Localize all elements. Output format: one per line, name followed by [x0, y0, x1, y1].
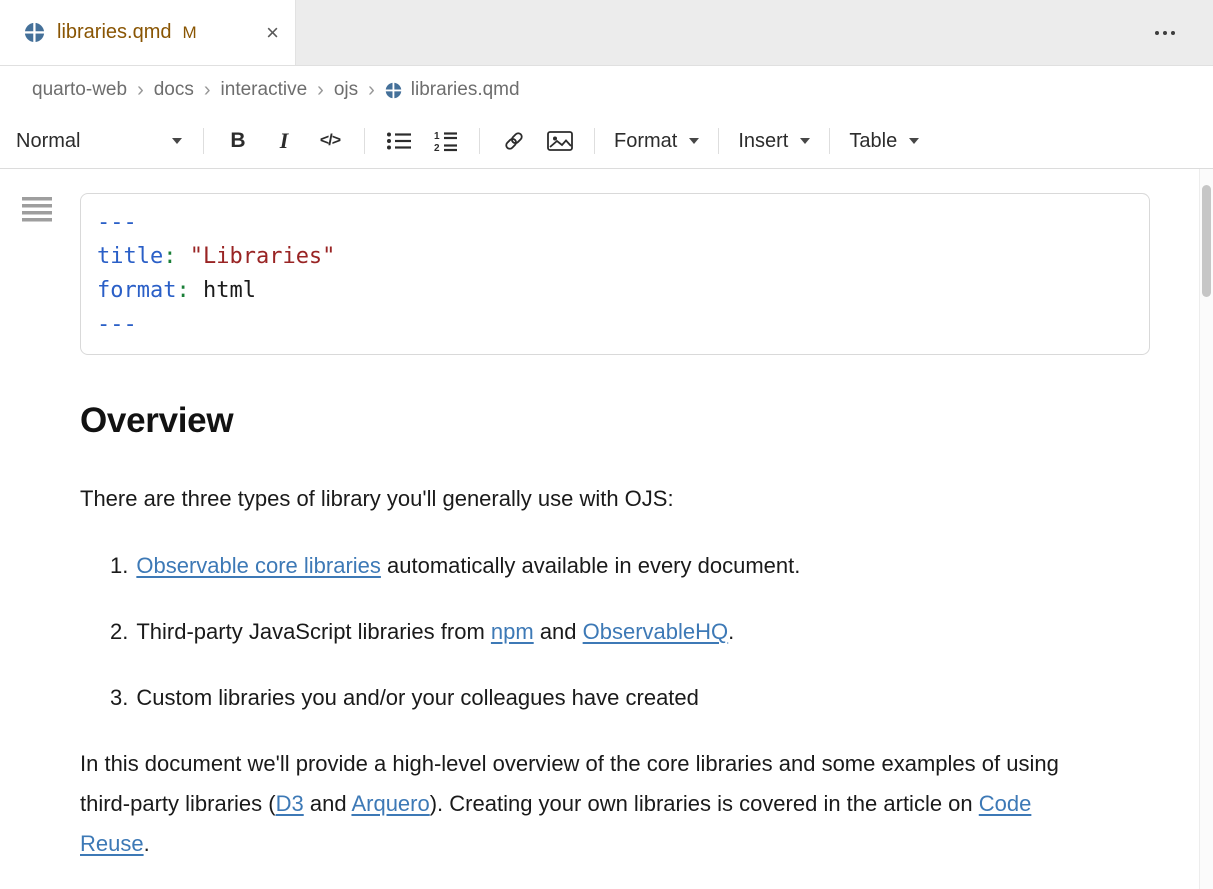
list-item-text: Third-party JavaScript libraries from np… [136, 612, 734, 652]
more-actions-icon[interactable] [1149, 25, 1181, 41]
insert-dropdown[interactable]: Insert [730, 121, 818, 161]
chevron-down-icon [800, 138, 810, 144]
list-marker: 1. [110, 546, 128, 586]
toolbar-divider [718, 128, 719, 154]
yaml-front-matter-block[interactable]: --- title: "Libraries" format: html --- [80, 193, 1150, 355]
scrollbar-thumb[interactable] [1202, 185, 1211, 297]
bold-button[interactable]: B [215, 121, 261, 161]
doc-link[interactable]: Arquero [351, 791, 429, 816]
breadcrumb-item-ojs[interactable]: ojs [334, 79, 358, 101]
yaml-line: format: html [97, 274, 1133, 308]
format-label: Format [614, 130, 677, 153]
toolbar-divider [479, 128, 480, 154]
image-button[interactable] [537, 121, 583, 161]
chevron-down-icon [172, 138, 182, 144]
tab-close-icon[interactable]: × [266, 22, 279, 44]
chevron-down-icon [689, 138, 699, 144]
doc-heading[interactable]: Overview [80, 401, 1213, 441]
toolbar-divider [829, 128, 830, 154]
list-item-text: Custom libraries you and/or your colleag… [136, 678, 699, 718]
list-marker: 3. [110, 678, 128, 718]
breadcrumb: quarto-web › docs › interactive › ojs › … [0, 66, 1213, 114]
doc-link[interactable]: ObservableHQ [583, 619, 729, 644]
doc-paragraph-intro[interactable]: There are three types of library you'll … [80, 479, 1090, 519]
inline-code-button[interactable]: </> [307, 121, 353, 161]
editor-toolbar: Normal B I </> 1 2 [0, 114, 1213, 169]
list-item[interactable]: 1. Observable core libraries automatical… [80, 546, 1090, 586]
doc-link[interactable]: npm [491, 619, 534, 644]
doc-paragraph-closing[interactable]: In this document we'll provide a high-le… [80, 744, 1092, 864]
tab-title: libraries.qmd [57, 21, 171, 44]
breadcrumb-separator: › [317, 79, 324, 102]
svg-text:1: 1 [434, 131, 440, 142]
breadcrumb-item-quarto-web[interactable]: quarto-web [32, 79, 127, 101]
breadcrumb-item-interactive[interactable]: interactive [221, 79, 308, 101]
yaml-line: --- [97, 206, 1133, 240]
italic-button[interactable]: I [261, 121, 307, 161]
quarto-logo-icon [24, 22, 45, 43]
link-icon [502, 129, 526, 153]
list-item-text: Observable core libraries automatically … [136, 546, 800, 586]
numbered-list: 1. Observable core libraries automatical… [80, 546, 1090, 718]
tab-libraries-qmd[interactable]: libraries.qmd M × [0, 0, 296, 65]
list-item[interactable]: 2. Third-party JavaScript libraries from… [80, 612, 1090, 652]
paragraph-style-dropdown[interactable]: Normal [16, 121, 192, 161]
bullet-list-icon [386, 131, 412, 151]
doc-link[interactable]: Observable core libraries [136, 553, 381, 578]
breadcrumb-separator: › [137, 79, 144, 102]
breadcrumb-separator: › [204, 79, 211, 102]
tab-bar: libraries.qmd M × [0, 0, 1213, 66]
yaml-line: title: "Libraries" [97, 240, 1133, 274]
insert-label: Insert [738, 130, 788, 153]
svg-text:2: 2 [434, 143, 440, 152]
image-icon [547, 130, 573, 152]
bullet-list-button[interactable] [376, 121, 422, 161]
breadcrumb-item-docs[interactable]: docs [154, 79, 194, 101]
editor-canvas: --- title: "Libraries" format: html --- … [0, 169, 1213, 889]
paragraph-style-label: Normal [16, 130, 80, 153]
doc-link[interactable]: D3 [276, 791, 304, 816]
scrollbar-track[interactable] [1199, 169, 1213, 889]
breadcrumb-file-label: libraries.qmd [411, 79, 520, 101]
table-dropdown[interactable]: Table [841, 121, 927, 161]
chevron-down-icon [909, 138, 919, 144]
git-modified-badge: M [182, 23, 196, 43]
breadcrumb-separator: › [368, 79, 375, 102]
numbered-list-icon: 1 2 [433, 130, 458, 152]
format-dropdown[interactable]: Format [606, 121, 707, 161]
list-marker: 2. [110, 612, 128, 652]
yaml-line: --- [97, 308, 1133, 342]
toolbar-divider [203, 128, 204, 154]
quarto-logo-icon [385, 82, 402, 99]
numbered-list-button[interactable]: 1 2 [422, 121, 468, 161]
list-item[interactable]: 3. Custom libraries you and/or your coll… [80, 678, 1090, 718]
table-label: Table [849, 130, 897, 153]
toolbar-divider [364, 128, 365, 154]
drag-handle-icon[interactable] [22, 197, 52, 222]
link-button[interactable] [491, 121, 537, 161]
breadcrumb-item-file[interactable]: libraries.qmd [385, 79, 520, 101]
toolbar-divider [594, 128, 595, 154]
